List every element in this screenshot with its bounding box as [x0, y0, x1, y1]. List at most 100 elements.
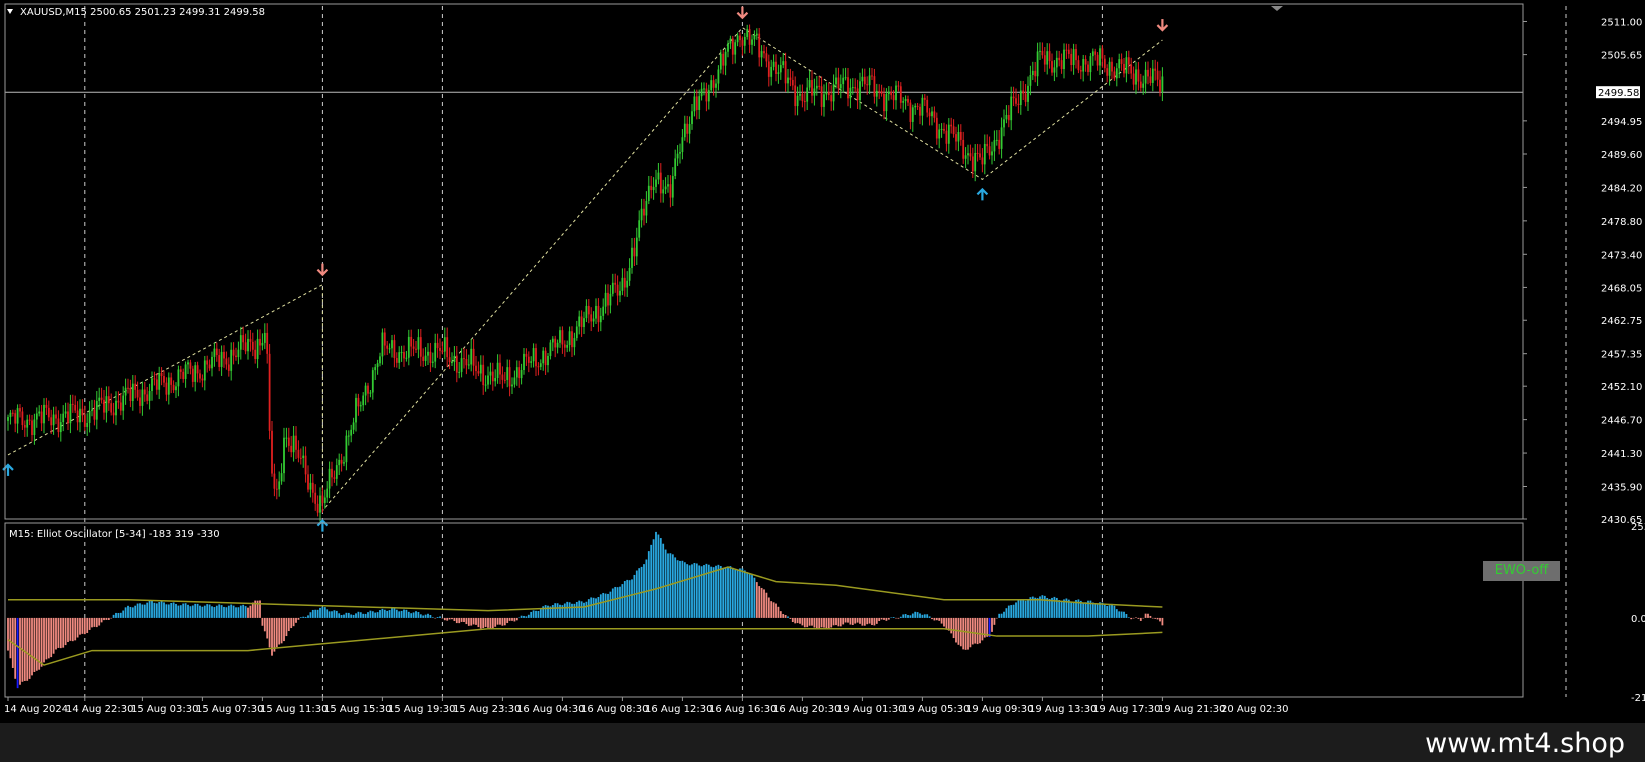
- candle: [563, 340, 566, 357]
- histogram-bar: [371, 611, 374, 618]
- candle: [40, 404, 43, 432]
- histogram-bar: [419, 614, 422, 618]
- candle: [1120, 53, 1123, 71]
- candle: [887, 86, 890, 101]
- histogram-bar: [33, 617, 36, 673]
- candle: [223, 345, 225, 368]
- histogram-bar: [655, 531, 657, 618]
- candle: [602, 298, 605, 320]
- time-tick-label: 14 Aug 22:30: [66, 704, 133, 715]
- candle: [775, 54, 777, 82]
- histogram-bar: [249, 605, 252, 618]
- candle: [616, 275, 619, 306]
- candle: [239, 326, 242, 360]
- candle: [83, 405, 86, 432]
- histogram-bar: [599, 594, 602, 618]
- histogram-bar: [287, 617, 290, 632]
- histogram-bar: [1043, 595, 1046, 618]
- candle: [938, 123, 941, 149]
- candle: [271, 421, 273, 477]
- arrow-up-icon: [976, 187, 989, 201]
- histogram-bar: [995, 617, 998, 619]
- histogram-bar: [583, 602, 585, 618]
- histogram-bar: [813, 617, 816, 628]
- candle: [1101, 44, 1104, 68]
- histogram-bar: [921, 614, 924, 618]
- histogram-bar: [592, 597, 595, 618]
- candle: [703, 82, 705, 96]
- candle: [962, 131, 965, 164]
- histogram-bar: [1106, 605, 1109, 618]
- candle: [297, 440, 300, 463]
- histogram-bar: [431, 617, 434, 618]
- candle: [607, 284, 609, 316]
- candle: [1063, 43, 1065, 79]
- candle: [599, 307, 602, 332]
- candle: [467, 354, 470, 370]
- histogram-bar: [62, 617, 65, 648]
- histogram-bar: [559, 604, 561, 618]
- ewo-toggle-button[interactable]: EWO-off: [1483, 561, 1560, 581]
- candle: [1108, 57, 1111, 86]
- candle: [333, 470, 336, 483]
- candle: [199, 369, 201, 383]
- histogram-bar: [100, 617, 103, 623]
- histogram-bar: [866, 617, 869, 625]
- histogram-bar: [208, 604, 211, 618]
- candle: [1077, 55, 1080, 74]
- candle: [16, 404, 19, 434]
- histogram-bar: [839, 617, 842, 627]
- histogram-bar: [1139, 617, 1142, 621]
- candle: [1103, 55, 1106, 73]
- histogram-bar: [767, 597, 770, 618]
- histogram-bar: [242, 604, 245, 618]
- candle: [374, 364, 377, 380]
- candle: [700, 82, 703, 101]
- histogram-bar: [566, 601, 569, 618]
- histogram-bar: [1007, 605, 1010, 618]
- histogram-bar: [335, 610, 338, 618]
- histogram-bar: [847, 617, 849, 623]
- candle: [705, 82, 708, 112]
- candle: [806, 77, 809, 110]
- candle: [91, 399, 93, 417]
- histogram-bar: [352, 614, 355, 618]
- histogram-bar: [830, 617, 833, 628]
- candle: [952, 119, 955, 138]
- candle: [290, 436, 293, 458]
- histogram-bar: [76, 617, 79, 638]
- candle: [386, 340, 389, 356]
- histogram-bar: [343, 614, 345, 618]
- histogram-bar: [1041, 595, 1044, 618]
- histogram-bar: [976, 617, 979, 645]
- candle: [100, 387, 103, 404]
- histogram-bar: [141, 604, 144, 618]
- histogram-bar: [266, 617, 269, 639]
- candle: [619, 281, 621, 303]
- histogram-bar: [235, 607, 237, 618]
- collapse-triangle-icon[interactable]: [7, 9, 13, 14]
- candle: [839, 74, 842, 99]
- histogram-bar: [172, 602, 175, 618]
- histogram-bar: [81, 617, 84, 634]
- histogram-bar: [393, 607, 396, 618]
- candle: [455, 345, 458, 383]
- histogram-bar: [321, 606, 324, 618]
- candle: [391, 334, 393, 358]
- histogram-bar: [369, 610, 372, 618]
- histogram-bar: [275, 617, 278, 648]
- histogram-bar: [659, 538, 662, 618]
- candle: [1151, 59, 1154, 92]
- histogram-bar: [350, 614, 353, 618]
- candle: [609, 285, 612, 314]
- histogram-bar: [119, 612, 122, 618]
- histogram-bar: [1111, 603, 1113, 618]
- candle: [662, 179, 665, 203]
- candle: [983, 134, 986, 175]
- histogram-bar: [74, 617, 77, 641]
- candle: [895, 80, 897, 110]
- trading-chart[interactable]: 2511.00 2505.65 2499.58 2494.95 2489.60 2484.…: [0, 0, 1645, 762]
- candle: [1039, 42, 1041, 61]
- histogram-bar: [23, 617, 26, 681]
- candle: [328, 461, 331, 499]
